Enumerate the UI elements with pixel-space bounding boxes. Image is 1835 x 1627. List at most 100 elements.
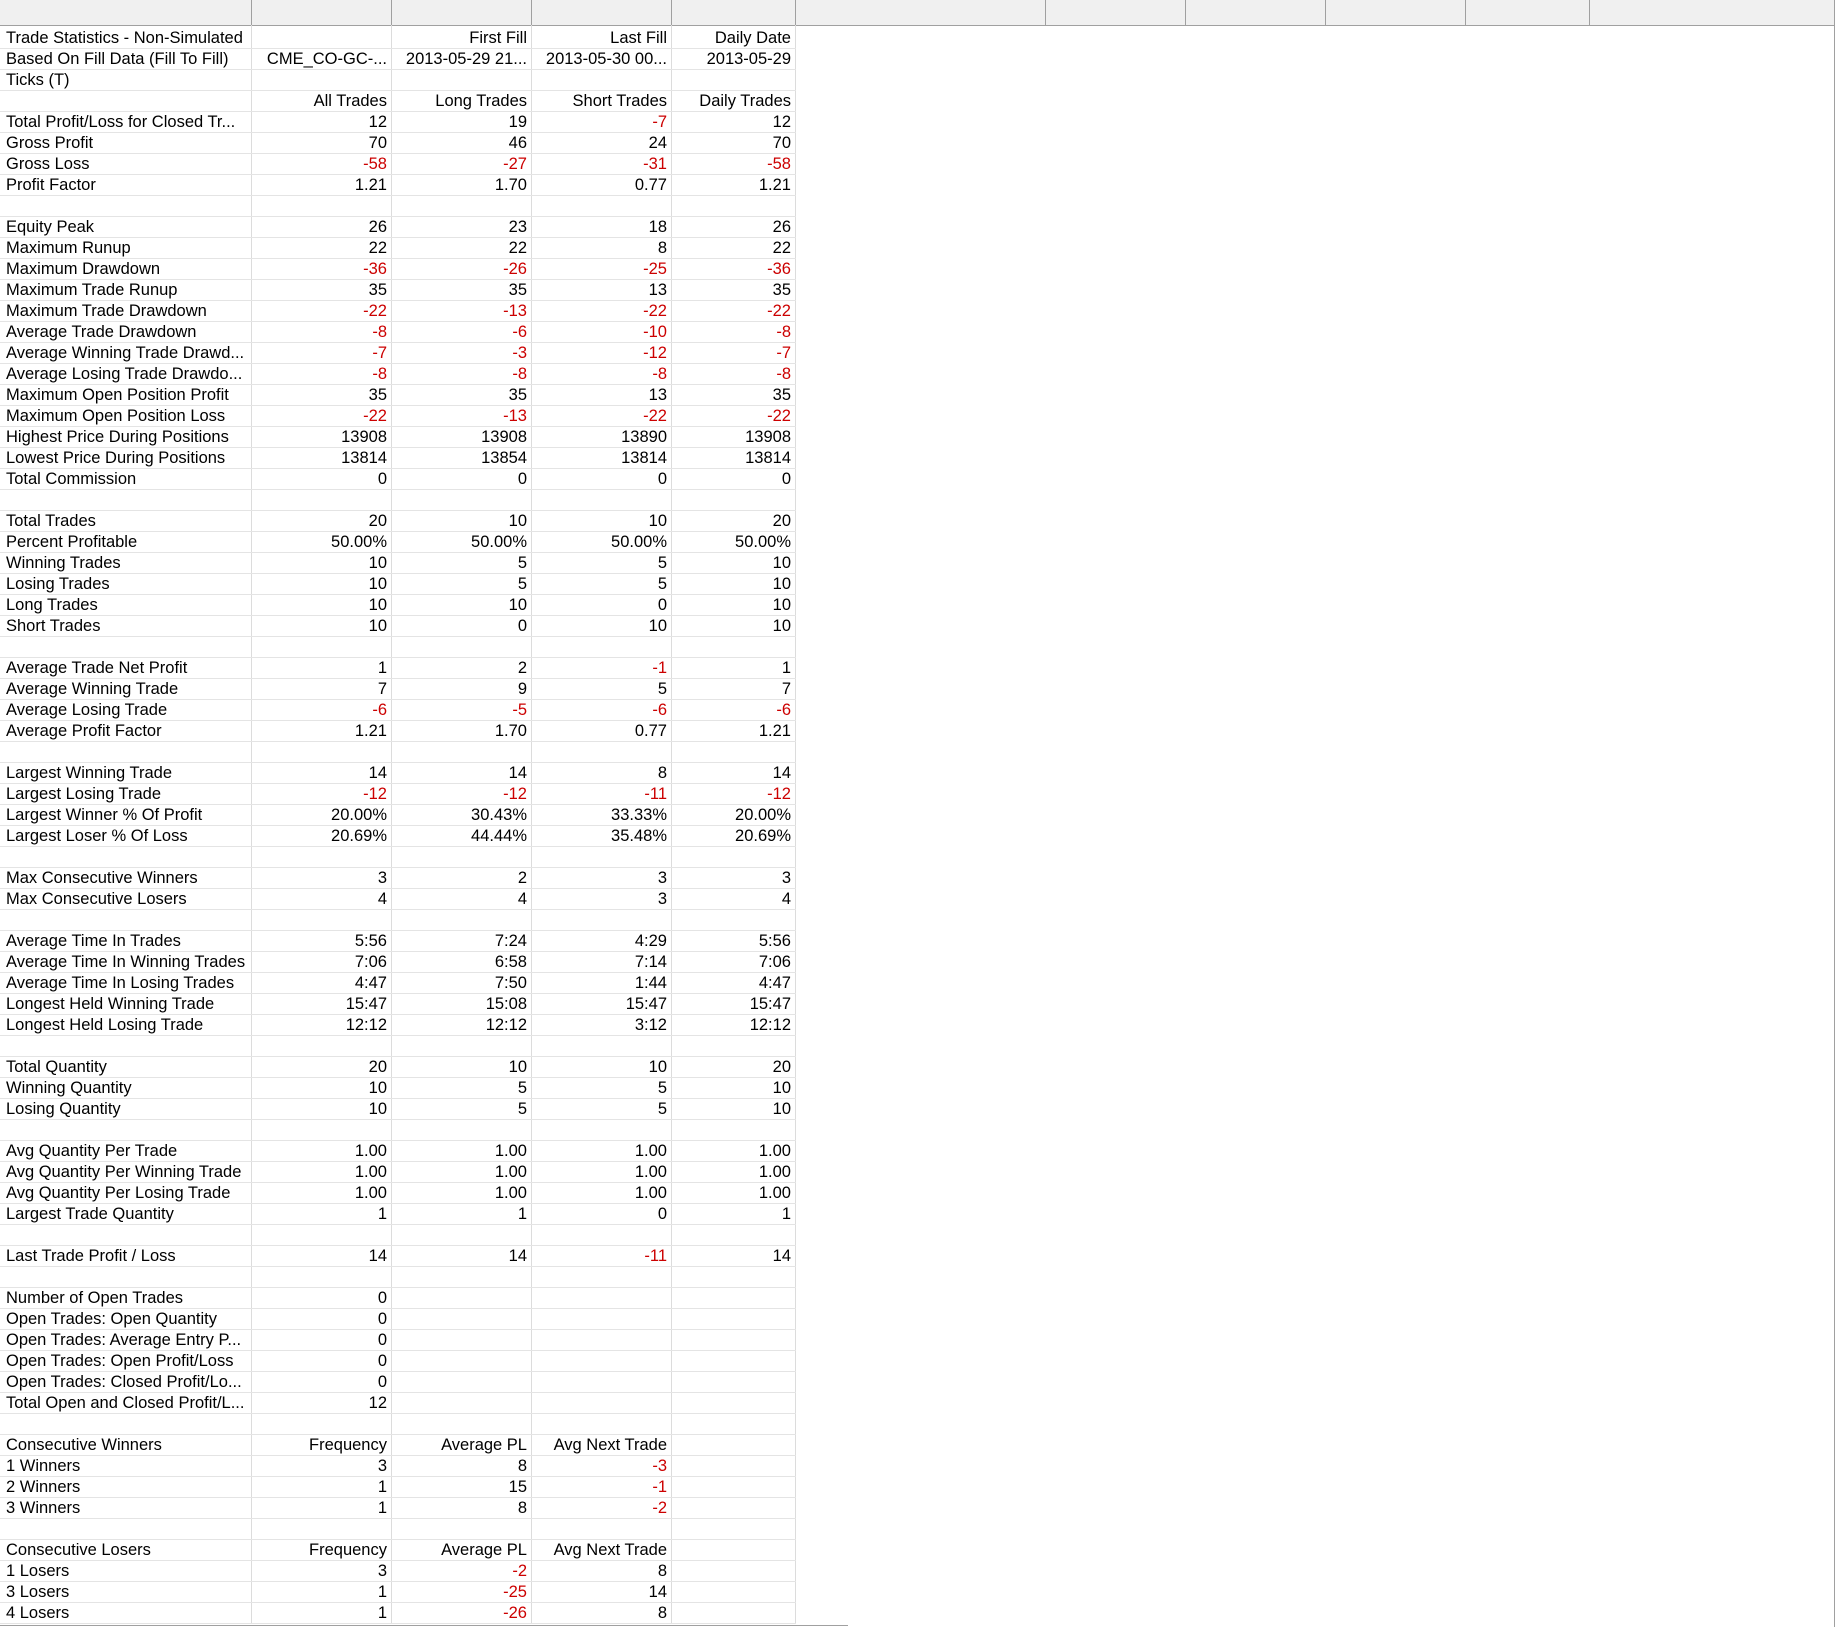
cell-all-trades[interactable]: -58 <box>252 154 387 175</box>
cell-daily-trades[interactable]: -58 <box>672 154 791 175</box>
cell-all-trades[interactable]: 1 <box>252 1603 387 1624</box>
cell-all-trades[interactable]: 0 <box>252 1351 387 1372</box>
cell-short-trades[interactable]: 8 <box>532 238 667 259</box>
cell-long-trades[interactable]: 13908 <box>392 427 527 448</box>
column-header[interactable] <box>532 0 672 25</box>
cell-short-trades[interactable]: 4:29 <box>532 931 667 952</box>
cell-all-trades[interactable]: 0 <box>252 1288 387 1309</box>
cell-long-trades[interactable]: 35 <box>392 280 527 301</box>
cell-short-trades[interactable]: 5 <box>532 574 667 595</box>
cell-all-trades[interactable]: 20.00% <box>252 805 387 826</box>
cell-all-trades[interactable]: -7 <box>252 343 387 364</box>
cell-label[interactable]: Average Profit Factor <box>6 721 250 742</box>
cell-short-trades[interactable]: -3 <box>532 1456 667 1477</box>
cell-short-trades[interactable]: 13814 <box>532 448 667 469</box>
cell-daily-trades[interactable]: 1.21 <box>672 175 791 196</box>
cell-short-trades[interactable]: 8 <box>532 1603 667 1624</box>
cell-label[interactable]: Largest Winning Trade <box>6 763 250 784</box>
cell-label[interactable]: Average Trade Drawdown <box>6 322 250 343</box>
cell-label[interactable]: Maximum Drawdown <box>6 259 250 280</box>
cell-long-trades[interactable]: 10 <box>392 595 527 616</box>
cell-label[interactable]: Winning Quantity <box>6 1078 250 1099</box>
cell-long-trades[interactable]: -25 <box>392 1582 527 1603</box>
cell-all-trades[interactable]: 1.21 <box>252 721 387 742</box>
cell-all-trades[interactable]: -8 <box>252 322 387 343</box>
column-header[interactable] <box>1326 0 1466 25</box>
cell-all-trades[interactable]: 15:47 <box>252 994 387 1015</box>
cell-short-trades[interactable]: 1:44 <box>532 973 667 994</box>
cell-long-trades[interactable]: 7:24 <box>392 931 527 952</box>
column-header[interactable] <box>1186 0 1326 25</box>
cell-all-trades[interactable]: 14 <box>252 1246 387 1267</box>
cell-label[interactable]: Average Time In Losing Trades <box>6 973 250 994</box>
cell-label[interactable]: Losing Quantity <box>6 1099 250 1120</box>
cell-label[interactable]: Maximum Open Position Loss <box>6 406 250 427</box>
cell-all-trades[interactable]: 10 <box>252 574 387 595</box>
cell-long-trades[interactable]: 15 <box>392 1477 527 1498</box>
cell-short-trades[interactable]: 1.00 <box>532 1141 667 1162</box>
cell-all-trades[interactable]: 10 <box>252 595 387 616</box>
cell-all-trades[interactable]: 20 <box>252 1057 387 1078</box>
cell-short-trades[interactable]: -10 <box>532 322 667 343</box>
cell-all-trades[interactable]: 0 <box>252 1309 387 1330</box>
cell-daily-trades[interactable]: 12:12 <box>672 1015 791 1036</box>
cell-long-trades[interactable]: First Fill <box>392 28 527 49</box>
cell-all-trades[interactable]: -6 <box>252 700 387 721</box>
cell-long-trades[interactable]: -27 <box>392 154 527 175</box>
cell-label[interactable]: Maximum Trade Runup <box>6 280 250 301</box>
cell-daily-trades[interactable]: 14 <box>672 1246 791 1267</box>
cell-daily-trades[interactable]: -8 <box>672 322 791 343</box>
cell-daily-trades[interactable]: 70 <box>672 133 791 154</box>
cell-daily-trades[interactable]: 22 <box>672 238 791 259</box>
cell-long-trades[interactable]: 10 <box>392 1057 527 1078</box>
cell-label[interactable]: Open Trades: Open Quantity <box>6 1309 250 1330</box>
cell-all-trades[interactable]: -22 <box>252 301 387 322</box>
cell-long-trades[interactable]: 1.70 <box>392 175 527 196</box>
cell-all-trades[interactable]: 22 <box>252 238 387 259</box>
cell-label[interactable]: Avg Quantity Per Trade <box>6 1141 250 1162</box>
cell-label[interactable]: Based On Fill Data (Fill To Fill) <box>6 49 250 70</box>
cell-long-trades[interactable]: 22 <box>392 238 527 259</box>
cell-all-trades[interactable]: 3 <box>252 1456 387 1477</box>
cell-daily-trades[interactable]: -8 <box>672 364 791 385</box>
column-header[interactable] <box>796 0 1046 25</box>
cell-daily-trades[interactable]: 13814 <box>672 448 791 469</box>
cell-label[interactable]: Consecutive Losers <box>6 1540 250 1561</box>
cell-all-trades[interactable]: 0 <box>252 1330 387 1351</box>
cell-long-trades[interactable]: -3 <box>392 343 527 364</box>
cell-short-trades[interactable]: -8 <box>532 364 667 385</box>
column-header[interactable] <box>1590 0 1835 25</box>
cell-long-trades[interactable]: 14 <box>392 1246 527 1267</box>
cell-short-trades[interactable]: -1 <box>532 658 667 679</box>
cell-all-trades[interactable]: 0 <box>252 469 387 490</box>
cell-label[interactable]: Largest Trade Quantity <box>6 1204 250 1225</box>
cell-long-trades[interactable]: -5 <box>392 700 527 721</box>
cell-short-trades[interactable]: 0.77 <box>532 175 667 196</box>
cell-all-trades[interactable]: 35 <box>252 280 387 301</box>
cell-all-trades[interactable]: 10 <box>252 553 387 574</box>
cell-long-trades[interactable]: 1.00 <box>392 1183 527 1204</box>
cell-all-trades[interactable]: 3 <box>252 1561 387 1582</box>
cell-all-trades[interactable]: 20 <box>252 511 387 532</box>
cell-short-trades[interactable]: -7 <box>532 112 667 133</box>
cell-label[interactable]: Gross Loss <box>6 154 250 175</box>
cell-daily-trades[interactable]: 10 <box>672 1099 791 1120</box>
cell-long-trades[interactable]: 14 <box>392 763 527 784</box>
cell-all-trades[interactable]: 14 <box>252 763 387 784</box>
cell-all-trades[interactable]: 13908 <box>252 427 387 448</box>
cell-label[interactable]: Highest Price During Positions <box>6 427 250 448</box>
cell-label[interactable]: Total Quantity <box>6 1057 250 1078</box>
cell-label[interactable]: Total Profit/Loss for Closed Tr... <box>6 112 250 133</box>
cell-long-trades[interactable]: 46 <box>392 133 527 154</box>
cell-label[interactable]: Largest Winner % Of Profit <box>6 805 250 826</box>
cell-long-trades[interactable]: 44.44% <box>392 826 527 847</box>
cell-long-trades[interactable]: 2 <box>392 658 527 679</box>
cell-long-trades[interactable]: 19 <box>392 112 527 133</box>
cell-short-trades[interactable]: -22 <box>532 301 667 322</box>
cell-daily-trades[interactable]: 10 <box>672 616 791 637</box>
cell-long-trades[interactable]: 9 <box>392 679 527 700</box>
cell-short-trades[interactable]: 13890 <box>532 427 667 448</box>
cell-short-trades[interactable]: 5 <box>532 679 667 700</box>
cell-long-trades[interactable]: 2 <box>392 868 527 889</box>
cell-label[interactable]: Avg Quantity Per Losing Trade <box>6 1183 250 1204</box>
